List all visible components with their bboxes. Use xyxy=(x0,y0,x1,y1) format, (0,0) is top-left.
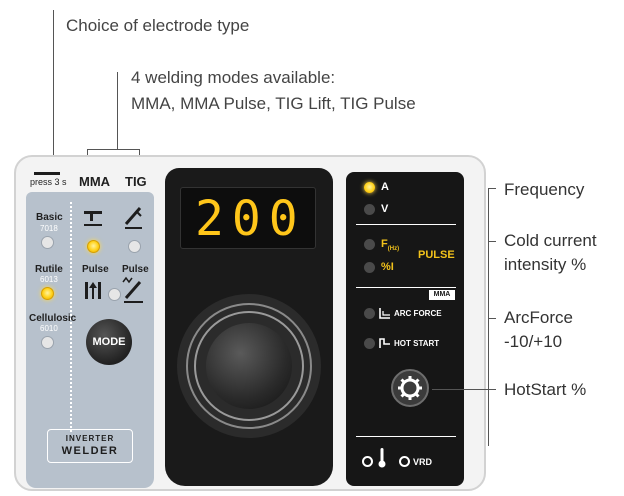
gear-icon xyxy=(398,376,422,400)
thermal-led xyxy=(362,456,373,467)
electrode-cellulosic-led[interactable] xyxy=(41,336,54,349)
frequency-label: F(Hz) xyxy=(381,238,399,252)
frequency-letter: F xyxy=(381,238,388,250)
right-divider-1 xyxy=(356,224,456,225)
tig-lift-icon xyxy=(85,282,101,299)
tig-lift-led[interactable] xyxy=(108,288,121,301)
thermometer-icon xyxy=(378,448,386,468)
hotstart-led xyxy=(364,338,375,349)
electrode-rutile-label: Rutile xyxy=(35,264,63,275)
hotstart-annotation: HotStart % xyxy=(504,380,587,399)
arcforce-icon xyxy=(379,308,390,319)
mma-header: MMA xyxy=(79,174,111,189)
percent-current-label: %I xyxy=(381,261,394,273)
electrode-rutile-led[interactable] xyxy=(41,287,54,300)
right-divider-2 xyxy=(356,287,456,288)
frequency-bracket-line xyxy=(488,188,489,446)
mma-electrode-holder-icon xyxy=(84,211,102,226)
press-3s-bar xyxy=(34,172,60,175)
vrd-label: VRD xyxy=(413,457,433,467)
frequency-unit: (Hz) xyxy=(387,246,400,253)
mma-tag: MMA xyxy=(429,290,455,300)
arcforce-tick xyxy=(488,318,496,319)
amps-led xyxy=(364,182,375,193)
electrode-basic-led[interactable] xyxy=(41,236,54,249)
electrode-cellulosic-code: 6010 xyxy=(40,324,58,333)
tig-pulse-label: Pulse xyxy=(122,264,149,275)
hotstart-icon xyxy=(379,338,390,348)
electrode-basic-code: 7018 xyxy=(40,224,58,233)
pulse-label: PULSE xyxy=(418,249,455,261)
hotstart-label: HOT START xyxy=(394,339,440,348)
mode-button[interactable]: MODE xyxy=(86,319,132,365)
electrode-cellulosic-label: Cellulosic xyxy=(29,313,77,324)
tig-torch-icon xyxy=(124,207,142,229)
cold-current-annotation-line2: intensity % xyxy=(504,255,587,274)
welding-modes-annotation-line1: 4 welding modes available: xyxy=(131,68,336,87)
volts-label: V xyxy=(381,203,389,215)
mma-pulse-label: Pulse xyxy=(82,264,109,275)
electrode-basic-label: Basic xyxy=(36,212,63,223)
electrode-choice-annotation: Choice of electrode type xyxy=(66,16,250,35)
adjustment-knob[interactable] xyxy=(206,323,292,409)
arcforce-annotation-line1: ArcForce xyxy=(504,308,573,327)
cold-current-annotation-line1: Cold current xyxy=(504,231,597,250)
press-3s-label: press 3 s xyxy=(30,177,67,187)
badge-line2: WELDER xyxy=(61,445,119,457)
modes-annotation-line xyxy=(117,72,118,150)
tig-led[interactable] xyxy=(128,240,141,253)
arcforce-label: ARC FORCE xyxy=(394,309,442,318)
electrode-annotation-line xyxy=(53,10,54,158)
frequency-led xyxy=(364,239,375,250)
arcforce-annotation-line2: -10/+10 xyxy=(504,332,563,351)
right-divider-3 xyxy=(356,436,456,437)
mma-led[interactable] xyxy=(87,240,100,253)
parameter-section xyxy=(346,172,464,486)
vrd-led xyxy=(399,456,410,467)
badge-line1: INVERTER xyxy=(65,434,115,443)
percent-current-led xyxy=(364,262,375,273)
tig-header: TIG xyxy=(125,174,147,189)
amps-label: A xyxy=(381,181,389,193)
frequency-tick xyxy=(488,188,496,189)
display-digits: 200 xyxy=(195,191,306,247)
tig-pulse-torch-icon xyxy=(122,276,143,303)
current-display: 200 xyxy=(180,187,316,249)
modes-bracket xyxy=(87,149,139,150)
hotstart-pointer-line xyxy=(432,389,496,390)
arcforce-led xyxy=(364,308,375,319)
frequency-annotation: Frequency xyxy=(504,180,585,199)
electrode-rutile-code: 6013 xyxy=(40,275,58,284)
volts-led xyxy=(364,204,375,215)
cold-current-tick xyxy=(488,241,496,242)
inverter-welder-badge: INVERTER WELDER xyxy=(47,429,133,463)
welding-modes-annotation-line2: MMA, MMA Pulse, TIG Lift, TIG Pulse xyxy=(131,94,416,113)
parameter-select-button[interactable] xyxy=(391,369,429,407)
